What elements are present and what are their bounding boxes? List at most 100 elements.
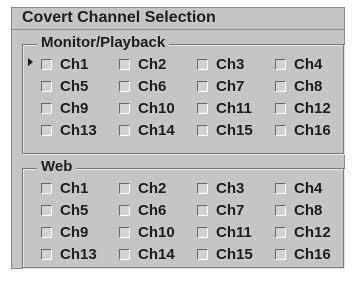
checkbox-label: Ch14 (138, 121, 175, 139)
checkbox-box[interactable] (197, 80, 208, 92)
pointer-arrow-icon (28, 58, 33, 66)
checkbox-web-ch6[interactable]: Ch6 (119, 199, 197, 221)
checkbox-box[interactable] (41, 204, 52, 216)
checkbox-label: Ch2 (138, 179, 167, 197)
checkbox-web-ch3[interactable]: Ch3 (197, 177, 275, 199)
checkbox-monitor-ch5[interactable]: Ch5 (41, 75, 119, 97)
web-group: Web Ch1 Ch2 Ch3 Ch4 Ch5 Ch6 Ch7 Ch8 Ch9 … (22, 157, 344, 268)
checkbox-monitor-ch4[interactable]: Ch4 (275, 53, 353, 75)
checkbox-monitor-ch16[interactable]: Ch16 (275, 119, 353, 141)
checkbox-web-ch4[interactable]: Ch4 (275, 177, 353, 199)
checkbox-label: Ch10 (138, 223, 175, 241)
checkbox-box[interactable] (119, 226, 130, 238)
checkbox-web-ch13[interactable]: Ch13 (41, 243, 119, 265)
checkbox-label: Ch13 (60, 121, 97, 139)
checkbox-box[interactable] (119, 124, 130, 136)
checkbox-web-ch15[interactable]: Ch15 (197, 243, 275, 265)
checkbox-monitor-ch14[interactable]: Ch14 (119, 119, 197, 141)
checkbox-label: Ch9 (60, 223, 89, 241)
checkbox-label: Ch3 (216, 179, 245, 197)
checkbox-box[interactable] (197, 102, 208, 114)
checkbox-monitor-ch6[interactable]: Ch6 (119, 75, 197, 97)
checkbox-box[interactable] (41, 248, 52, 260)
checkbox-monitor-ch12[interactable]: Ch12 (275, 97, 353, 119)
checkbox-label: Ch13 (60, 245, 97, 263)
checkbox-box[interactable] (275, 58, 286, 70)
checkbox-box[interactable] (41, 226, 52, 238)
checkbox-web-ch7[interactable]: Ch7 (197, 199, 275, 221)
checkbox-web-ch8[interactable]: Ch8 (275, 199, 353, 221)
channel-grid-web: Ch1 Ch2 Ch3 Ch4 Ch5 Ch6 Ch7 Ch8 Ch9 Ch10… (41, 177, 353, 265)
checkbox-web-ch16[interactable]: Ch16 (275, 243, 353, 265)
checkbox-box[interactable] (197, 182, 208, 194)
checkbox-label: Ch16 (294, 245, 331, 263)
monitor-playback-group: Monitor/Playback Ch1 Ch2 Ch3 Ch4 Ch5 Ch6… (22, 33, 344, 154)
checkbox-label: Ch12 (294, 223, 331, 241)
checkbox-label: Ch16 (294, 121, 331, 139)
checkbox-web-ch1[interactable]: Ch1 (41, 177, 119, 199)
checkbox-web-ch2[interactable]: Ch2 (119, 177, 197, 199)
checkbox-monitor-ch13[interactable]: Ch13 (41, 119, 119, 141)
covert-channel-dialog: Covert Channel Selection Monitor/Playbac… (11, 7, 345, 269)
checkbox-box[interactable] (197, 58, 208, 70)
checkbox-web-ch9[interactable]: Ch9 (41, 221, 119, 243)
checkbox-label: Ch12 (294, 99, 331, 117)
checkbox-box[interactable] (275, 204, 286, 216)
checkbox-monitor-ch3[interactable]: Ch3 (197, 53, 275, 75)
checkbox-box[interactable] (41, 80, 52, 92)
checkbox-box[interactable] (119, 80, 130, 92)
checkbox-label: Ch6 (138, 201, 167, 219)
checkbox-box[interactable] (41, 182, 52, 194)
checkbox-box[interactable] (275, 102, 286, 114)
checkbox-label: Ch3 (216, 55, 245, 73)
checkbox-box[interactable] (119, 248, 130, 260)
checkbox-box[interactable] (41, 58, 52, 70)
checkbox-box[interactable] (275, 226, 286, 238)
checkbox-box[interactable] (197, 226, 208, 238)
checkbox-monitor-ch1[interactable]: Ch1 (41, 53, 119, 75)
checkbox-box[interactable] (197, 248, 208, 260)
checkbox-label: Ch6 (138, 77, 167, 95)
checkbox-box[interactable] (119, 58, 130, 70)
group-legend-web: Web (37, 157, 77, 177)
checkbox-label: Ch10 (138, 99, 175, 117)
checkbox-web-ch11[interactable]: Ch11 (197, 221, 275, 243)
checkbox-box[interactable] (275, 80, 286, 92)
checkbox-monitor-ch8[interactable]: Ch8 (275, 75, 353, 97)
checkbox-box[interactable] (275, 182, 286, 194)
channel-grid-monitor: Ch1 Ch2 Ch3 Ch4 Ch5 Ch6 Ch7 Ch8 Ch9 Ch10… (41, 53, 353, 141)
checkbox-monitor-ch11[interactable]: Ch11 (197, 97, 275, 119)
checkbox-label: Ch14 (138, 245, 175, 263)
checkbox-label: Ch5 (60, 201, 89, 219)
checkbox-box[interactable] (41, 124, 52, 136)
checkbox-box[interactable] (119, 102, 130, 114)
checkbox-web-ch14[interactable]: Ch14 (119, 243, 197, 265)
checkbox-box[interactable] (119, 182, 130, 194)
checkbox-label: Ch11 (216, 223, 252, 241)
checkbox-monitor-ch9[interactable]: Ch9 (41, 97, 119, 119)
checkbox-box[interactable] (41, 102, 52, 114)
checkbox-box[interactable] (275, 248, 286, 260)
checkbox-box[interactable] (197, 124, 208, 136)
checkbox-monitor-ch10[interactable]: Ch10 (119, 97, 197, 119)
checkbox-box[interactable] (119, 204, 130, 216)
checkbox-label: Ch1 (60, 179, 89, 197)
checkbox-label: Ch7 (216, 201, 245, 219)
checkbox-label: Ch9 (60, 99, 89, 117)
checkbox-label: Ch15 (216, 245, 253, 263)
checkbox-label: Ch5 (60, 77, 89, 95)
checkbox-box[interactable] (197, 204, 208, 216)
checkbox-web-ch5[interactable]: Ch5 (41, 199, 119, 221)
checkbox-box[interactable] (275, 124, 286, 136)
checkbox-web-ch12[interactable]: Ch12 (275, 221, 353, 243)
checkbox-monitor-ch7[interactable]: Ch7 (197, 75, 275, 97)
dialog-title: Covert Channel Selection (22, 9, 216, 26)
checkbox-label: Ch4 (294, 55, 323, 73)
checkbox-monitor-ch15[interactable]: Ch15 (197, 119, 275, 141)
checkbox-label: Ch8 (294, 77, 323, 95)
checkbox-label: Ch2 (138, 55, 167, 73)
group-legend-monitor-playback: Monitor/Playback (37, 33, 170, 53)
checkbox-web-ch10[interactable]: Ch10 (119, 221, 197, 243)
checkbox-label: Ch1 (60, 55, 89, 73)
checkbox-monitor-ch2[interactable]: Ch2 (119, 53, 197, 75)
